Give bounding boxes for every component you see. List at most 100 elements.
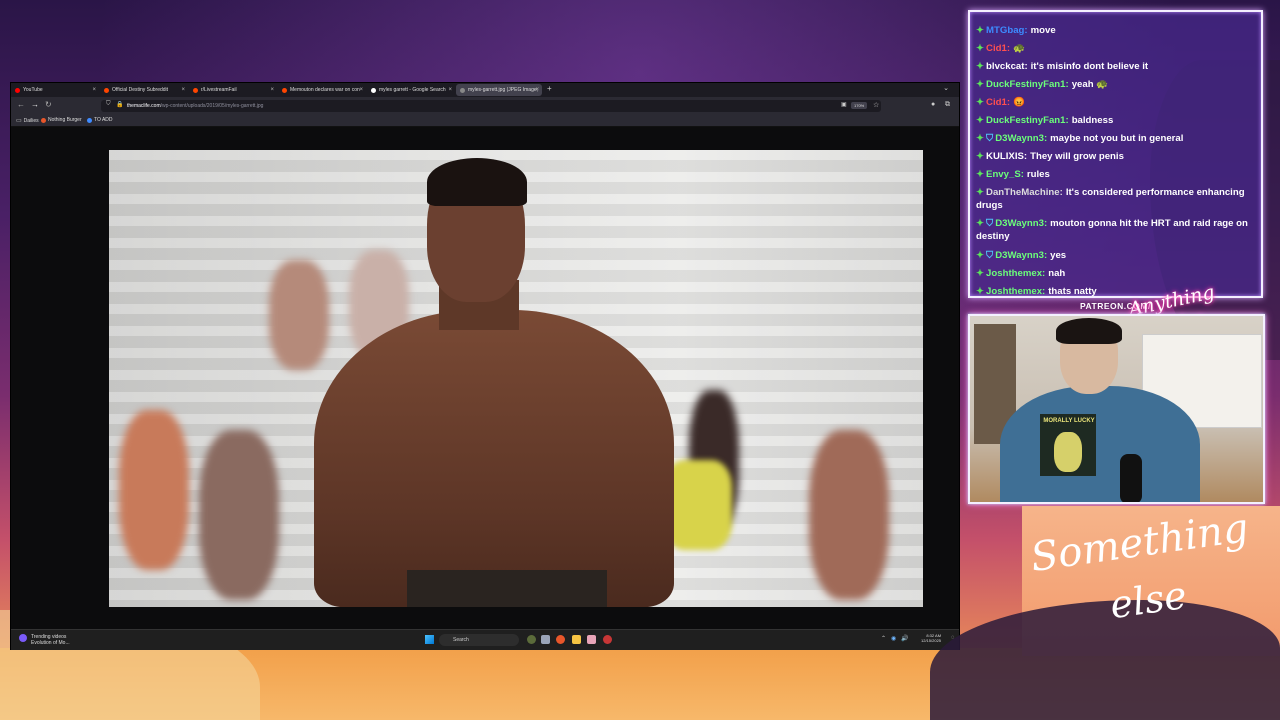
chat-user[interactable]: D3Waynn3: bbox=[995, 133, 1047, 144]
chat-user[interactable]: DanTheMachine: bbox=[986, 187, 1063, 198]
tray-overflow-icon[interactable]: ⌃ bbox=[881, 635, 886, 642]
chat-text: thats natty bbox=[1048, 286, 1097, 297]
tab-memouton[interactable]: Memouton declares war on con × bbox=[278, 84, 366, 96]
back-arrow-icon[interactable]: ← bbox=[17, 100, 25, 109]
lock-icon[interactable]: 🔒 bbox=[116, 101, 123, 108]
clock[interactable]: 8:32 AM 12/15/2025 bbox=[921, 633, 941, 643]
sub-badge-icon: ✦ bbox=[976, 25, 985, 36]
zoom-level[interactable]: 170% bbox=[851, 102, 868, 109]
sub-badge-icon: ✦ bbox=[976, 151, 985, 162]
news-line2: Evolution of Mo... bbox=[31, 640, 70, 646]
chat-text: maybe not you but in general bbox=[1050, 133, 1184, 144]
chat-user[interactable]: blvckcat: bbox=[986, 61, 1028, 72]
url-text[interactable]: themaclife.com/wp-content/uploads/2019/0… bbox=[127, 103, 263, 109]
chat-user[interactable]: Cid1: bbox=[986, 97, 1010, 108]
chat-user[interactable]: Cid1: bbox=[986, 43, 1010, 54]
tab-label: YouTube bbox=[23, 87, 43, 93]
tab-image-active[interactable]: myles-garrett.jpg (JPEG Image, × bbox=[456, 84, 542, 96]
chat-message: ✦ MTGbag: move bbox=[976, 24, 1258, 37]
google-icon bbox=[371, 87, 376, 93]
obs-icon[interactable] bbox=[603, 635, 612, 644]
bookmark-to-add[interactable]: TO ADD bbox=[87, 117, 113, 123]
reader-view-icon[interactable]: ▣ bbox=[841, 101, 847, 108]
image-icon bbox=[460, 87, 465, 93]
chat-user[interactable]: Joshthemex: bbox=[986, 286, 1045, 296]
sub-badge-icon: ✦ bbox=[976, 79, 985, 90]
bookmark-dailies[interactable]: ▭ Dailies bbox=[16, 117, 39, 125]
webcam-feed: MORALLY LUCKY bbox=[968, 314, 1265, 504]
shirt-text: MORALLY LUCKY bbox=[1043, 418, 1095, 424]
athlete-photo[interactable] bbox=[109, 150, 923, 607]
tab-list-button[interactable]: ⌄ bbox=[943, 84, 949, 92]
close-icon[interactable]: × bbox=[270, 87, 274, 93]
taskbar-search[interactable]: Search bbox=[439, 634, 519, 646]
chat-text: nah bbox=[1048, 268, 1066, 279]
chat-user[interactable]: DuckFestinyFan1: bbox=[986, 115, 1069, 126]
shield-badge-icon: ⛉ bbox=[986, 133, 994, 144]
crowd-figure-yellow bbox=[664, 460, 732, 550]
windows-start-icon[interactable] bbox=[425, 635, 434, 644]
chat-message: ✦ ⛉ D3Waynn3: maybe not you but in general bbox=[976, 132, 1258, 145]
account-icon[interactable]: ● bbox=[931, 101, 935, 108]
chat-message: ✦ Cid1: 😡 bbox=[976, 96, 1258, 109]
chat-message: ✦ Joshthemex: nah bbox=[976, 267, 1258, 280]
app-icon[interactable] bbox=[587, 635, 596, 644]
reddit-icon bbox=[193, 87, 198, 93]
chat-user[interactable]: DuckFestinyFan1: bbox=[986, 79, 1069, 90]
close-icon[interactable]: × bbox=[448, 87, 452, 93]
sub-badge-icon: ✦ bbox=[976, 61, 985, 72]
close-icon[interactable]: × bbox=[92, 87, 96, 93]
bookmarks-bar: ▭ Dailies Nothing Burger TO ADD bbox=[11, 115, 959, 127]
chat-user[interactable]: D3Waynn3: bbox=[995, 218, 1047, 229]
chat-user[interactable]: MTGbag: bbox=[986, 25, 1028, 36]
forward-arrow-icon[interactable]: → bbox=[31, 100, 39, 109]
close-icon[interactable]: × bbox=[181, 87, 185, 93]
network-icon[interactable]: ◉ bbox=[891, 635, 896, 642]
athlete-hair bbox=[427, 158, 527, 206]
chat-message: ✦ KULIXIS: They will grow penis bbox=[976, 150, 1258, 163]
url-host: themaclife.com bbox=[127, 103, 161, 109]
crowd-figure bbox=[809, 430, 889, 600]
sub-badge-icon: ✦ bbox=[976, 169, 985, 180]
clock-date: 12/15/2025 bbox=[921, 638, 942, 643]
chat-message: ✦ ⛉ D3Waynn3: yes bbox=[976, 249, 1258, 262]
chat-text: 😡 bbox=[1013, 97, 1025, 108]
copilot-icon[interactable] bbox=[527, 635, 536, 644]
firefox-icon[interactable] bbox=[556, 635, 565, 644]
close-icon[interactable]: × bbox=[535, 87, 539, 93]
chat-user[interactable]: D3Waynn3: bbox=[995, 250, 1047, 261]
sub-badge-icon: ✦ bbox=[976, 43, 985, 54]
crowd-figure bbox=[269, 260, 329, 370]
task-view-icon[interactable] bbox=[541, 635, 550, 644]
globe-icon bbox=[87, 117, 92, 123]
bookmark-nothing-burger[interactable]: Nothing Burger bbox=[41, 117, 82, 123]
tab-google-search[interactable]: myles garrett - Google Search × bbox=[367, 84, 455, 96]
tab-livestreamfail[interactable]: r/LivestreamFail × bbox=[189, 84, 277, 96]
new-tab-button[interactable]: + bbox=[547, 84, 552, 93]
chat-user[interactable]: Joshthemex: bbox=[986, 268, 1045, 279]
athlete-shorts bbox=[407, 570, 607, 607]
extensions-icon[interactable]: ⧉ bbox=[945, 101, 950, 109]
news-widget[interactable]: Trending videos Evolution of Mo... bbox=[19, 634, 70, 646]
tab-label: myles garrett - Google Search bbox=[379, 87, 446, 93]
sub-badge-icon: ✦ bbox=[976, 268, 985, 279]
chat-user[interactable]: KULIXIS: bbox=[986, 151, 1027, 162]
page-viewport bbox=[11, 127, 959, 629]
chat-text: yeah 🐢 bbox=[1071, 79, 1109, 90]
tab-destiny-subreddit[interactable]: Official Destiny Subreddit × bbox=[100, 84, 188, 96]
tab-youtube[interactable]: YouTube × bbox=[11, 84, 99, 96]
chat-text: rules bbox=[1026, 169, 1050, 180]
chat-user[interactable]: Envy_S: bbox=[986, 169, 1024, 180]
athlete-torso bbox=[314, 310, 674, 607]
bookmark-star-icon[interactable]: ☆ bbox=[873, 101, 879, 109]
chat-message: ✦ DuckFestinyFan1: yeah 🐢 bbox=[976, 78, 1258, 91]
file-explorer-icon[interactable] bbox=[572, 635, 581, 644]
shield-icon[interactable]: ⛉ bbox=[106, 101, 111, 108]
volume-icon[interactable]: 🔊 bbox=[901, 635, 908, 642]
streamer-hair bbox=[1056, 318, 1122, 344]
reload-icon[interactable]: ↻ bbox=[45, 100, 52, 109]
close-icon[interactable]: × bbox=[359, 87, 363, 93]
sub-badge-icon: ✦ bbox=[976, 133, 985, 144]
crowd-figure bbox=[199, 430, 279, 600]
sub-badge-icon: ✦ bbox=[976, 250, 985, 261]
